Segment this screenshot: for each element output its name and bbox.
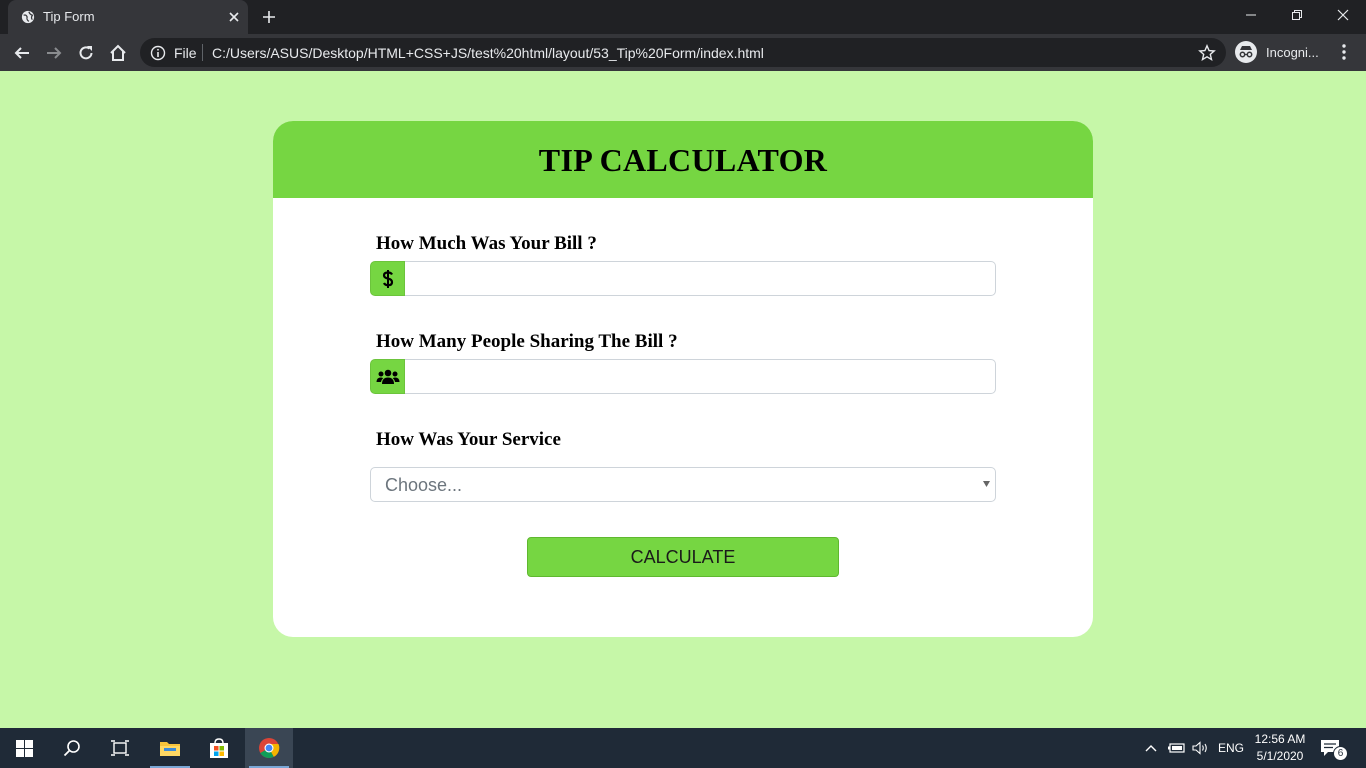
reload-icon <box>79 46 93 60</box>
bill-amount-input[interactable] <box>405 261 996 296</box>
dollar-icon <box>370 261 405 296</box>
bookmark-star-icon[interactable] <box>1198 44 1216 62</box>
people-count-input[interactable] <box>405 359 996 394</box>
url-scheme: File <box>174 45 197 61</box>
calculate-button[interactable]: CALCULATE <box>527 537 839 577</box>
clock[interactable]: 12:56 AM 5/1/2020 <box>1250 731 1310 765</box>
tip-calculator-card: TIP CALCULATOR How Much Was Your Bill ? … <box>273 121 1093 637</box>
incognito-profile[interactable]: Incogni... <box>1234 40 1319 64</box>
language-indicator[interactable]: ENG <box>1218 741 1244 755</box>
start-button[interactable] <box>0 728 48 768</box>
browser-toolbar: File C:/Users/ASUS/Desktop/HTML+CSS+JS/t… <box>0 34 1366 71</box>
restore-button[interactable] <box>1274 0 1320 30</box>
minimize-button[interactable] <box>1228 0 1274 30</box>
clock-time: 12:56 AM <box>1254 732 1306 746</box>
close-icon <box>1337 9 1349 21</box>
reload-button[interactable] <box>76 43 96 63</box>
caret-down-icon <box>983 481 990 487</box>
bill-input-group <box>370 261 996 296</box>
users-icon <box>370 359 405 394</box>
tab-title: Tip Form <box>43 9 95 24</box>
card-header: TIP CALCULATOR <box>273 121 1093 198</box>
browser-tab-bar: Tip Form <box>0 0 1366 34</box>
bill-label: How Much Was Your Bill ? <box>376 233 597 254</box>
chevron-up-icon <box>1145 745 1157 752</box>
taskbar: ENG 12:56 AM 5/1/2020 6 <box>0 728 1366 768</box>
restore-icon <box>1292 10 1302 20</box>
windows-logo-icon <box>15 739 33 757</box>
battery-icon <box>1168 743 1185 753</box>
speaker-icon <box>1192 741 1207 755</box>
show-hidden-icons-button[interactable] <box>1144 728 1158 768</box>
info-icon[interactable] <box>150 45 166 61</box>
arrow-right-icon <box>47 47 62 59</box>
file-explorer-button[interactable] <box>146 728 194 768</box>
arrow-left-icon <box>14 47 29 59</box>
globe-icon <box>21 10 35 24</box>
people-label: How Many People Sharing The Bill ? <box>376 331 678 352</box>
store-button[interactable] <box>195 728 243 768</box>
notification-badge: 6 <box>1333 746 1348 761</box>
page-title: TIP CALCULATOR <box>538 142 828 178</box>
task-view-icon <box>111 740 129 756</box>
minimize-icon <box>1246 14 1256 16</box>
people-input-group <box>370 359 996 394</box>
service-select[interactable]: Choose... <box>370 467 996 502</box>
new-tab-icon[interactable] <box>261 9 277 25</box>
incognito-icon <box>1235 41 1257 63</box>
store-icon <box>210 738 228 758</box>
task-view-button[interactable] <box>96 728 144 768</box>
action-center-button[interactable]: 6 <box>1318 736 1348 761</box>
url-text[interactable]: C:/Users/ASUS/Desktop/HTML+CSS+JS/test%2… <box>212 45 764 61</box>
volume-button[interactable] <box>1192 728 1210 768</box>
profile-label: Incogni... <box>1266 44 1319 60</box>
forward-button[interactable] <box>44 43 64 63</box>
home-icon <box>110 44 126 61</box>
search-button[interactable] <box>48 728 96 768</box>
chrome-taskbar-button[interactable] <box>245 728 293 768</box>
clock-date: 5/1/2020 <box>1256 749 1304 763</box>
home-button[interactable] <box>108 43 128 63</box>
address-bar[interactable]: File C:/Users/ASUS/Desktop/HTML+CSS+JS/t… <box>140 38 1226 67</box>
chrome-icon <box>259 738 280 759</box>
close-window-button[interactable] <box>1320 0 1366 30</box>
close-tab-icon[interactable] <box>226 9 242 25</box>
service-select-value: Choose... <box>385 475 463 495</box>
search-icon <box>63 740 80 757</box>
kebab-menu-icon[interactable] <box>1336 42 1352 62</box>
back-button[interactable] <box>12 43 32 63</box>
battery-button[interactable] <box>1168 728 1186 768</box>
service-label: How Was Your Service <box>376 429 561 450</box>
folder-icon <box>160 742 180 756</box>
browser-tab[interactable]: Tip Form <box>8 0 248 34</box>
divider <box>202 44 203 61</box>
